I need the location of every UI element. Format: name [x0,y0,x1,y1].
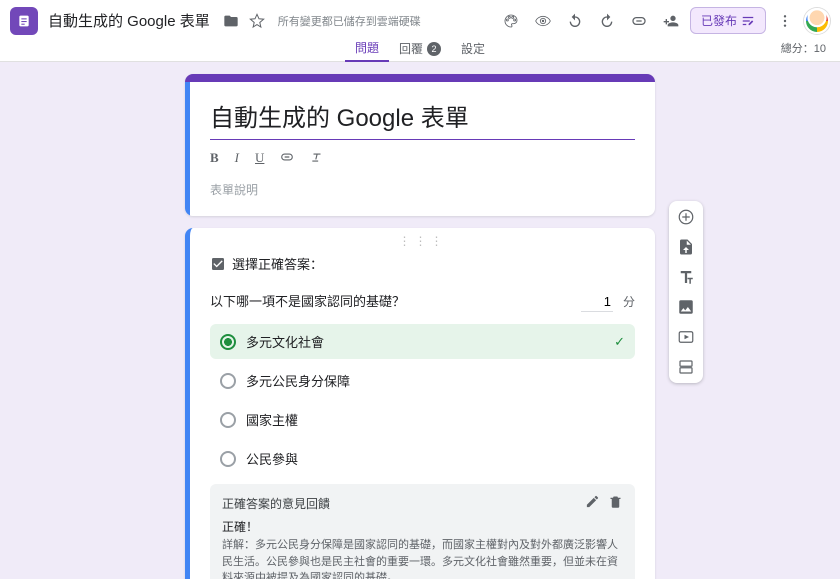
add-image-icon[interactable] [676,297,696,317]
points-input[interactable] [581,292,613,312]
app-header: 自動生成的 Google 表單 所有變更都已儲存到雲端硬碟 已發布 問題 回覆 2… [0,0,840,62]
tab-responses-label: 回覆 [399,40,423,57]
form-column: 自動生成的 Google 表單 B I U 表單說明 ⋮⋮⋮ 選擇正確答案： 以… [185,74,655,539]
header-actions: 已發布 [498,7,830,34]
points-unit: 分 [623,293,635,310]
tab-responses[interactable]: 回覆 2 [389,37,451,61]
option-label: 多元文化社會 [246,332,324,351]
feedback-correct: 正確答案的意見回饋 正確！ 詳解：多元公民身分保障是國家認同的基礎，而國家主權對… [210,484,635,579]
feedback-correct-title: 正確答案的意見回饋 [222,495,330,512]
preview-icon[interactable] [530,8,556,34]
title-card[interactable]: 自動生成的 Google 表單 B I U 表單說明 [185,74,655,216]
doc-title[interactable]: 自動生成的 Google 表單 [48,10,210,31]
question-text-row: 以下哪一項不是國家認同的基礎？ 分 [210,291,635,312]
feedback-correct-mark: 正確！ [222,518,623,535]
publish-button[interactable]: 已發布 [690,7,766,34]
add-section-icon[interactable] [676,357,696,377]
option[interactable]: 公民參與 [210,441,635,476]
tab-settings-label: 設定 [461,40,485,57]
option[interactable]: 國家主權 [210,402,635,437]
responses-badge: 2 [427,42,441,56]
add-title-icon[interactable] [676,267,696,287]
checkbox-icon [210,256,226,272]
forms-logo[interactable] [10,7,38,35]
undo-icon[interactable] [562,8,588,34]
publish-label: 已發布 [701,12,737,29]
avatar[interactable] [804,8,830,34]
radio-icon [220,373,236,389]
answer-key-label: 選擇正確答案： [232,254,323,273]
insert-link-icon[interactable] [280,150,294,167]
clear-format-icon[interactable] [310,150,324,167]
option-label: 公民參與 [246,449,298,468]
save-status: 所有變更都已儲存到雲端硬碟 [278,13,421,29]
radio-icon [220,334,236,350]
feedback-correct-body: 詳解：多元公民身分保障是國家認同的基礎，而國家主權對內及對外都廣泛影響人民生活。… [222,537,623,579]
option[interactable]: 多元文化社會 ✓ [210,324,635,359]
italic-icon[interactable]: I [235,150,239,167]
radio-icon [220,412,236,428]
header-top: 自動生成的 Google 表單 所有變更都已儲存到雲端硬碟 已發布 [0,0,840,37]
side-toolbar [669,201,703,383]
theme-icon[interactable] [498,8,524,34]
tab-questions-label: 問題 [355,39,379,56]
option-label: 國家主權 [246,410,298,429]
option[interactable]: 多元公民身分保障 [210,363,635,398]
answer-key-row: 選擇正確答案： [210,254,635,273]
score-total: 總分：10 [781,40,826,56]
options-list: 多元文化社會 ✓ 多元公民身分保障國家主權公民參與 [210,324,635,476]
radio-icon [220,451,236,467]
check-icon: ✓ [614,334,625,350]
add-question-icon[interactable] [676,207,696,227]
question-text[interactable]: 以下哪一項不是國家認同的基礎？ [210,291,571,310]
option-label: 多元公民身分保障 [246,371,350,390]
question-card[interactable]: ⋮⋮⋮ 選擇正確答案： 以下哪一項不是國家認同的基礎？ 分 多元文化社會 ✓ 多元公… [185,228,655,579]
redo-icon[interactable] [594,8,620,34]
tab-settings[interactable]: 設定 [451,37,495,61]
form-description[interactable]: 表單說明 [210,181,635,198]
canvas[interactable]: 自動生成的 Google 表單 B I U 表單說明 ⋮⋮⋮ 選擇正確答案： 以… [0,62,840,579]
drag-handle-icon[interactable]: ⋮⋮⋮ [210,234,635,248]
import-icon[interactable] [676,237,696,257]
delete-icon[interactable] [608,494,623,512]
text-toolbar: B I U [210,150,635,167]
adduser-icon[interactable] [658,8,684,34]
more-icon[interactable] [772,8,798,34]
link-icon[interactable] [626,8,652,34]
add-video-icon[interactable] [676,327,696,347]
tab-questions[interactable]: 問題 [345,36,389,62]
star-icon[interactable] [244,8,270,34]
form-title[interactable]: 自動生成的 Google 表單 [210,98,635,140]
edit-icon[interactable] [585,494,600,512]
folder-icon[interactable] [218,8,244,34]
bold-icon[interactable]: B [210,150,219,167]
header-tabs: 問題 回覆 2 設定 總分：10 [0,37,840,61]
underline-icon[interactable]: U [255,150,264,167]
